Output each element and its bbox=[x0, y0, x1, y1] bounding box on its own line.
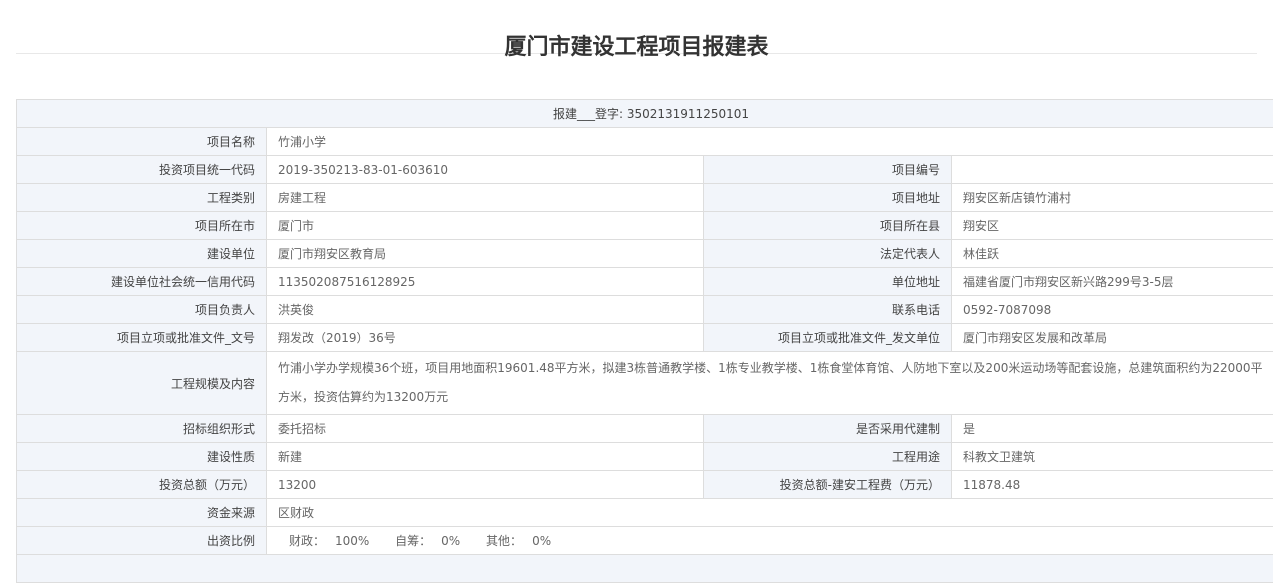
ratio-value: 0% bbox=[441, 534, 460, 548]
table-row: 工程规模及内容竹浦小学办学规模36个班，项目用地面积19601.48平方米，拟建… bbox=[17, 352, 1273, 415]
field-value: 13200 bbox=[267, 471, 704, 499]
field-label: 项目所在市 bbox=[17, 212, 267, 240]
field-value: 113502087516128925 bbox=[267, 268, 704, 296]
field-label: 单位地址 bbox=[704, 268, 952, 296]
field-label: 投资总额（万元） bbox=[17, 471, 267, 499]
field-label: 建设性质 bbox=[17, 443, 267, 471]
field-value: 洪英俊 bbox=[267, 296, 704, 324]
field-value: 厦门市翔安区发展和改革局 bbox=[952, 324, 1273, 352]
field-label: 工程类别 bbox=[17, 184, 267, 212]
field-label: 项目所在县 bbox=[704, 212, 952, 240]
field-label: 建设单位 bbox=[17, 240, 267, 268]
field-label: 是否采用代建制 bbox=[704, 415, 952, 443]
field-label: 建设单位社会统一信用代码 bbox=[17, 268, 267, 296]
field-value: 竹浦小学办学规模36个班，项目用地面积19601.48平方米，拟建3栋普通教学楼… bbox=[267, 352, 1273, 415]
table-row: 投资项目统一代码2019-350213-83-01-603610项目编号 bbox=[17, 156, 1273, 184]
registration-number: 报建___登字: 3502131911250101 bbox=[17, 100, 1273, 128]
field-value: 翔安区 bbox=[952, 212, 1273, 240]
field-value: 翔发改（2019）36号 bbox=[267, 324, 704, 352]
table-row: 项目名称竹浦小学 bbox=[17, 128, 1273, 156]
field-value: 竹浦小学 bbox=[267, 128, 1273, 156]
table-row-empty bbox=[17, 555, 1273, 583]
field-label: 联系电话 bbox=[704, 296, 952, 324]
project-table: 报建___登字: 3502131911250101 项目名称竹浦小学 投资项目统… bbox=[16, 99, 1273, 583]
ratio-key: 其他： bbox=[486, 534, 522, 548]
field-label: 项目立项或批准文件_文号 bbox=[17, 324, 267, 352]
ratio-key: 财政： bbox=[289, 534, 325, 548]
field-value: 厦门市 bbox=[267, 212, 704, 240]
table-row: 项目立项或批准文件_文号翔发改（2019）36号项目立项或批准文件_发文单位厦门… bbox=[17, 324, 1273, 352]
field-value: 房建工程 bbox=[267, 184, 704, 212]
table-row: 项目负责人洪英俊联系电话0592-7087098 bbox=[17, 296, 1273, 324]
field-label: 投资项目统一代码 bbox=[17, 156, 267, 184]
table-row: 建设性质新建工程用途科教文卫建筑 bbox=[17, 443, 1273, 471]
field-value: 委托招标 bbox=[267, 415, 704, 443]
field-label: 招标组织形式 bbox=[17, 415, 267, 443]
field-value: 新建 bbox=[267, 443, 704, 471]
field-value: 厦门市翔安区教育局 bbox=[267, 240, 704, 268]
table-row: 投资总额（万元）13200投资总额-建安工程费（万元）11878.48 bbox=[17, 471, 1273, 499]
page-title: 厦门市建设工程项目报建表 bbox=[0, 0, 1273, 52]
field-value: 林佳跃 bbox=[952, 240, 1273, 268]
funding-ratio: 财政： 100% 自筹： 0% 其他： 0% bbox=[267, 527, 1273, 555]
field-value: 区财政 bbox=[267, 499, 1273, 527]
ratio-value: 100% bbox=[335, 534, 369, 548]
table-row: 出资比例 财政： 100% 自筹： 0% 其他： 0% bbox=[17, 527, 1273, 555]
field-label: 项目名称 bbox=[17, 128, 267, 156]
field-label: 工程用途 bbox=[704, 443, 952, 471]
ratio-key: 自筹： bbox=[395, 534, 431, 548]
field-value: 11878.48 bbox=[952, 471, 1273, 499]
field-label: 投资总额-建安工程费（万元） bbox=[704, 471, 952, 499]
field-label: 出资比例 bbox=[17, 527, 267, 555]
field-label: 项目编号 bbox=[704, 156, 952, 184]
field-label: 工程规模及内容 bbox=[17, 352, 267, 415]
table-row: 建设单位厦门市翔安区教育局法定代表人林佳跃 bbox=[17, 240, 1273, 268]
field-label: 项目立项或批准文件_发文单位 bbox=[704, 324, 952, 352]
field-label: 资金来源 bbox=[17, 499, 267, 527]
registration-row: 报建___登字: 3502131911250101 bbox=[17, 100, 1273, 128]
table-row: 资金来源区财政 bbox=[17, 499, 1273, 527]
table-row: 工程类别房建工程项目地址翔安区新店镇竹浦村 bbox=[17, 184, 1273, 212]
field-label: 法定代表人 bbox=[704, 240, 952, 268]
table-row: 项目所在市厦门市项目所在县翔安区 bbox=[17, 212, 1273, 240]
field-label: 项目负责人 bbox=[17, 296, 267, 324]
field-value: 科教文卫建筑 bbox=[952, 443, 1273, 471]
field-value bbox=[952, 156, 1273, 184]
field-value: 2019-350213-83-01-603610 bbox=[267, 156, 704, 184]
field-label: 项目地址 bbox=[704, 184, 952, 212]
field-value: 翔安区新店镇竹浦村 bbox=[952, 184, 1273, 212]
table-row: 招标组织形式委托招标是否采用代建制是 bbox=[17, 415, 1273, 443]
table-row: 建设单位社会统一信用代码113502087516128925单位地址福建省厦门市… bbox=[17, 268, 1273, 296]
field-value: 福建省厦门市翔安区新兴路299号3-5层 bbox=[952, 268, 1273, 296]
empty-cell bbox=[17, 555, 1273, 583]
field-value: 0592-7087098 bbox=[952, 296, 1273, 324]
field-value: 是 bbox=[952, 415, 1273, 443]
ratio-value: 0% bbox=[532, 534, 551, 548]
